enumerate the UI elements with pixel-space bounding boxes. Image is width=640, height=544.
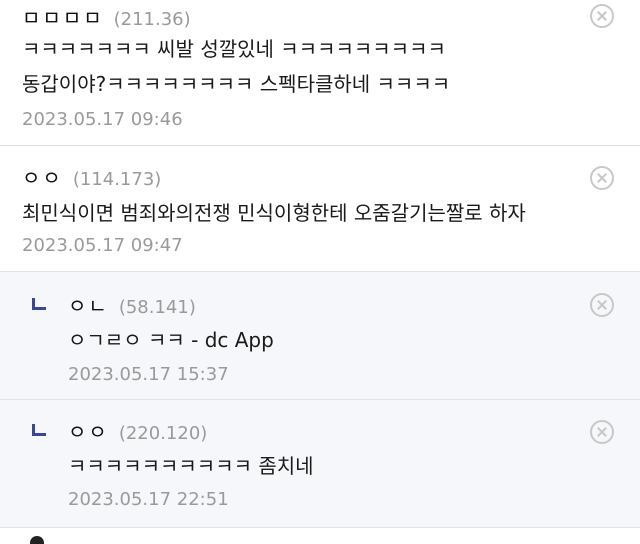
comment-ip: (58.141) [118,297,196,318]
reply-arrow-icon [32,298,46,310]
comment-ip: (220.120) [118,423,208,444]
reply-item: ㅇㄴ (58.141) ㅇㄱㄹㅇ ㅋㅋ - dc App 2023.05.17 … [0,272,640,400]
comment-ip: (114.173) [72,169,162,190]
comment-text-line: ㅋㅋㅋㅋㅋㅋㅋㅋㅋㅋ 좀치네 [68,454,314,478]
reply-arrow-icon [32,424,46,436]
comment-text-line: 최민식이면 범죄와의전쟁 민식이형한테 오줌갈기는짤로 하자 [22,201,526,225]
close-circle-icon[interactable] [590,293,614,317]
comment-date: 2023.05.17 09:47 [22,235,183,256]
comment-item: ㅇㅇ (114.173) 최민식이면 범죄와의전쟁 민식이형한테 오줌갈기는짤로… [0,146,640,272]
next-comment-glyph [30,536,44,544]
comment-header: ㅇㅇ (220.120) [32,416,207,445]
close-circle-icon[interactable] [590,166,614,190]
comment-date: 2023.05.17 09:46 [22,109,183,130]
comment-header: ㅁㅁㅁㅁ (211.36) [22,2,191,31]
comment-text-line: 동갑이야?ㅋㅋㅋㅋㅋㅋㅋㅋ 스펙타클하네 ㅋㅋㅋㅋ [22,72,451,96]
comment-item: ㅁㅁㅁㅁ (211.36) ㅋㅋㅋㅋㅋㅋㅋ 씨발 성깔있네 ㅋㅋㅋㅋㅋㅋㅋㅋㅋ … [0,0,640,146]
comment-nickname[interactable]: ㅇㅇ [68,416,109,445]
reply-item: ㅇㅇ (220.120) ㅋㅋㅋㅋㅋㅋㅋㅋㅋㅋ 좀치네 2023.05.17 2… [0,400,640,528]
comment-header: ㅇㅇ (114.173) [22,162,161,191]
comment-date: 2023.05.17 22:51 [68,489,229,510]
comment-list: ㅁㅁㅁㅁ (211.36) ㅋㅋㅋㅋㅋㅋㅋ 씨발 성깔있네 ㅋㅋㅋㅋㅋㅋㅋㅋㅋ … [0,0,640,544]
comment-text-line: ㅋㅋㅋㅋㅋㅋㅋ 씨발 성깔있네 ㅋㅋㅋㅋㅋㅋㅋㅋㅋ [22,37,446,61]
comment-date: 2023.05.17 15:37 [68,364,229,385]
comment-nickname[interactable]: ㅁㅁㅁㅁ [22,2,104,31]
comment-nickname[interactable]: ㅇㄴ [68,290,109,319]
comment-ip: (211.36) [113,9,191,30]
close-circle-icon[interactable] [590,4,614,28]
close-circle-icon[interactable] [590,420,614,444]
comment-nickname[interactable]: ㅇㅇ [22,162,63,191]
comment-header: ㅇㄴ (58.141) [32,290,196,319]
comment-text-line: ㅇㄱㄹㅇ ㅋㅋ - dc App [68,328,274,352]
